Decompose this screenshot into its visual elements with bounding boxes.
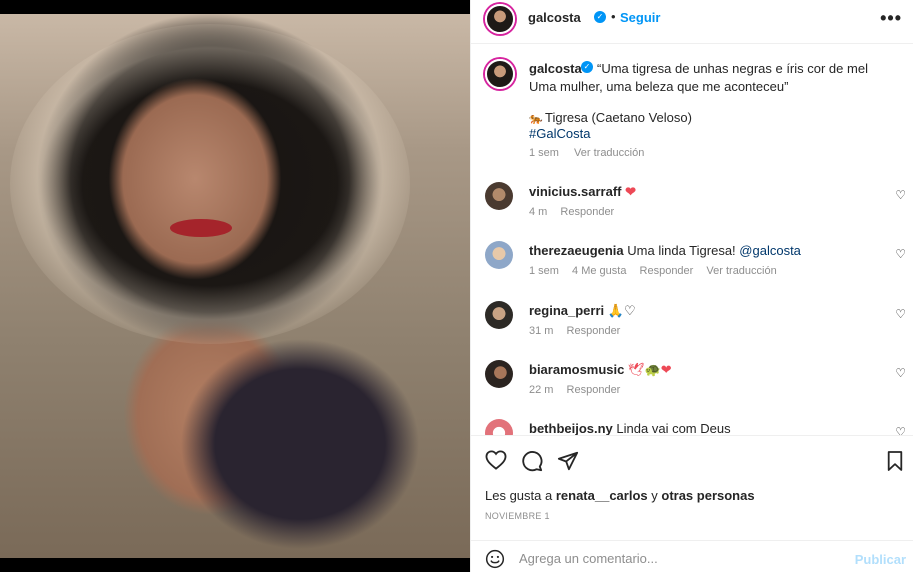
liker-username[interactable]: renata__carlos [556,488,648,503]
caption-line-1: “Uma tigresa de unhas negras e íris cor … [597,61,868,76]
follow-button[interactable]: Seguir [620,10,660,25]
dove-turtle-heart-emoji-icon: 🕊🐢❤ [628,362,672,377]
caption-avatar[interactable] [485,59,515,89]
caption-song: 🐅 Tigresa (Caetano Veloso) [529,110,692,125]
separator-dot: • [611,9,616,24]
comment-meta: 22 m Responder [529,384,630,396]
comment-input[interactable] [519,548,849,568]
caption-meta: 1 sem Ver traducción [529,147,656,159]
comment-meta: 4 m Responder [529,206,624,218]
heart-icon[interactable]: ♡ [895,366,906,380]
comments-scroll[interactable]: galcosta ✓ “Uma tigresa de unhas negras … [471,45,913,435]
comment-item: bethbeijos.ny Linda vai com Deus ♡ [471,419,913,435]
comment-meta: 1 sem 4 Me gusta Responder Ver traducció… [529,265,787,277]
comment-body: bethbeijos.ny Linda vai com Deus [529,421,731,435]
commenter-username[interactable]: therezaeugenia [529,243,624,258]
verified-icon: ✓ [581,61,593,73]
commenter-avatar[interactable] [485,182,513,210]
comment-item: biaramosmusic 🕊🐢❤ 22 m Responder ♡ [471,360,913,410]
caption-time[interactable]: 1 sem [529,147,559,159]
mention-link[interactable]: @galcosta [739,243,801,258]
verified-icon: ✓ [594,11,606,23]
comment-body: therezaeugenia Uma linda Tigresa! @galco… [529,243,801,258]
comment-likes[interactable]: 4 Me gusta [572,265,626,277]
comment-time[interactable]: 22 m [529,384,553,396]
caption-translate[interactable]: Ver traducción [574,147,644,159]
comment-icon[interactable] [521,450,543,475]
post-date[interactable]: NOVIEMBRE 1 [485,511,550,521]
reply-button[interactable]: Responder [560,206,614,218]
post-actions: Les gusta a renata__carlos y otras perso… [471,435,913,535]
comment-item: vinicius.sarraff ❤ 4 m Responder ♡ [471,182,913,232]
comment-item: regina_perri 🙏♡ 31 m Responder ♡ [471,301,913,351]
author-username[interactable]: galcosta [528,10,581,25]
reply-button[interactable]: Responder [567,384,621,396]
commenter-username[interactable]: vinicius.sarraff ❤ [529,184,636,200]
comment-item: therezaeugenia Uma linda Tigresa! @galco… [471,241,913,291]
comment-time[interactable]: 31 m [529,325,553,337]
comment-time[interactable]: 4 m [529,206,547,218]
instagram-post-viewer: galcosta ✓ • Seguir ••• galcosta ✓ “Uma … [0,0,913,572]
more-options-icon[interactable]: ••• [880,8,902,29]
heart-icon[interactable]: ♡ [895,188,906,202]
caption-username[interactable]: galcosta [529,61,582,76]
reply-button[interactable]: Responder [640,265,694,277]
bookmark-icon[interactable] [886,450,904,475]
heart-icon[interactable]: ♡ [895,425,906,435]
commenter-username[interactable]: regina_perri 🙏♡ [529,303,636,319]
photo-detail [170,219,232,237]
caption-line-2: Uma mulher, uma beleza que me aconteceu” [529,79,789,94]
commenter-avatar[interactable] [485,360,513,388]
heart-icon[interactable]: ♡ [895,307,906,321]
post-header: galcosta ✓ • Seguir ••• [471,0,913,44]
photo-backlight [10,24,410,344]
heart-icon[interactable] [485,450,507,473]
publish-button[interactable]: Publicar [855,552,906,567]
likes-summary: Les gusta a renata__carlos y otras perso… [485,488,755,503]
commenter-username[interactable]: biaramosmusic 🕊🐢❤ [529,362,672,378]
tiger-emoji-icon: 🐅 [529,113,543,125]
heart-icon[interactable]: ♡ [895,247,906,261]
commenter-username[interactable]: bethbeijos.ny [529,421,613,435]
share-icon[interactable] [557,450,579,475]
comment-time[interactable]: 1 sem [529,265,559,277]
post-photo[interactable] [0,14,470,558]
translate-button[interactable]: Ver traducción [706,265,776,277]
add-comment-bar: Publicar [471,540,913,572]
emoji-icon[interactable] [485,549,505,572]
post-side-panel: galcosta ✓ • Seguir ••• galcosta ✓ “Uma … [470,0,913,572]
likes-others-link[interactable]: otras personas [661,488,754,503]
commenter-avatar[interactable] [485,419,513,435]
author-avatar[interactable] [485,4,515,34]
reply-button[interactable]: Responder [567,325,621,337]
caption-hashtag[interactable]: #GalCosta [529,126,590,141]
pray-emoji-icon: 🙏♡ [607,303,636,318]
commenter-avatar[interactable] [485,301,513,329]
commenter-avatar[interactable] [485,241,513,269]
comment-meta: 31 m Responder [529,325,630,337]
heart-emoji-icon: ❤ [625,184,637,199]
